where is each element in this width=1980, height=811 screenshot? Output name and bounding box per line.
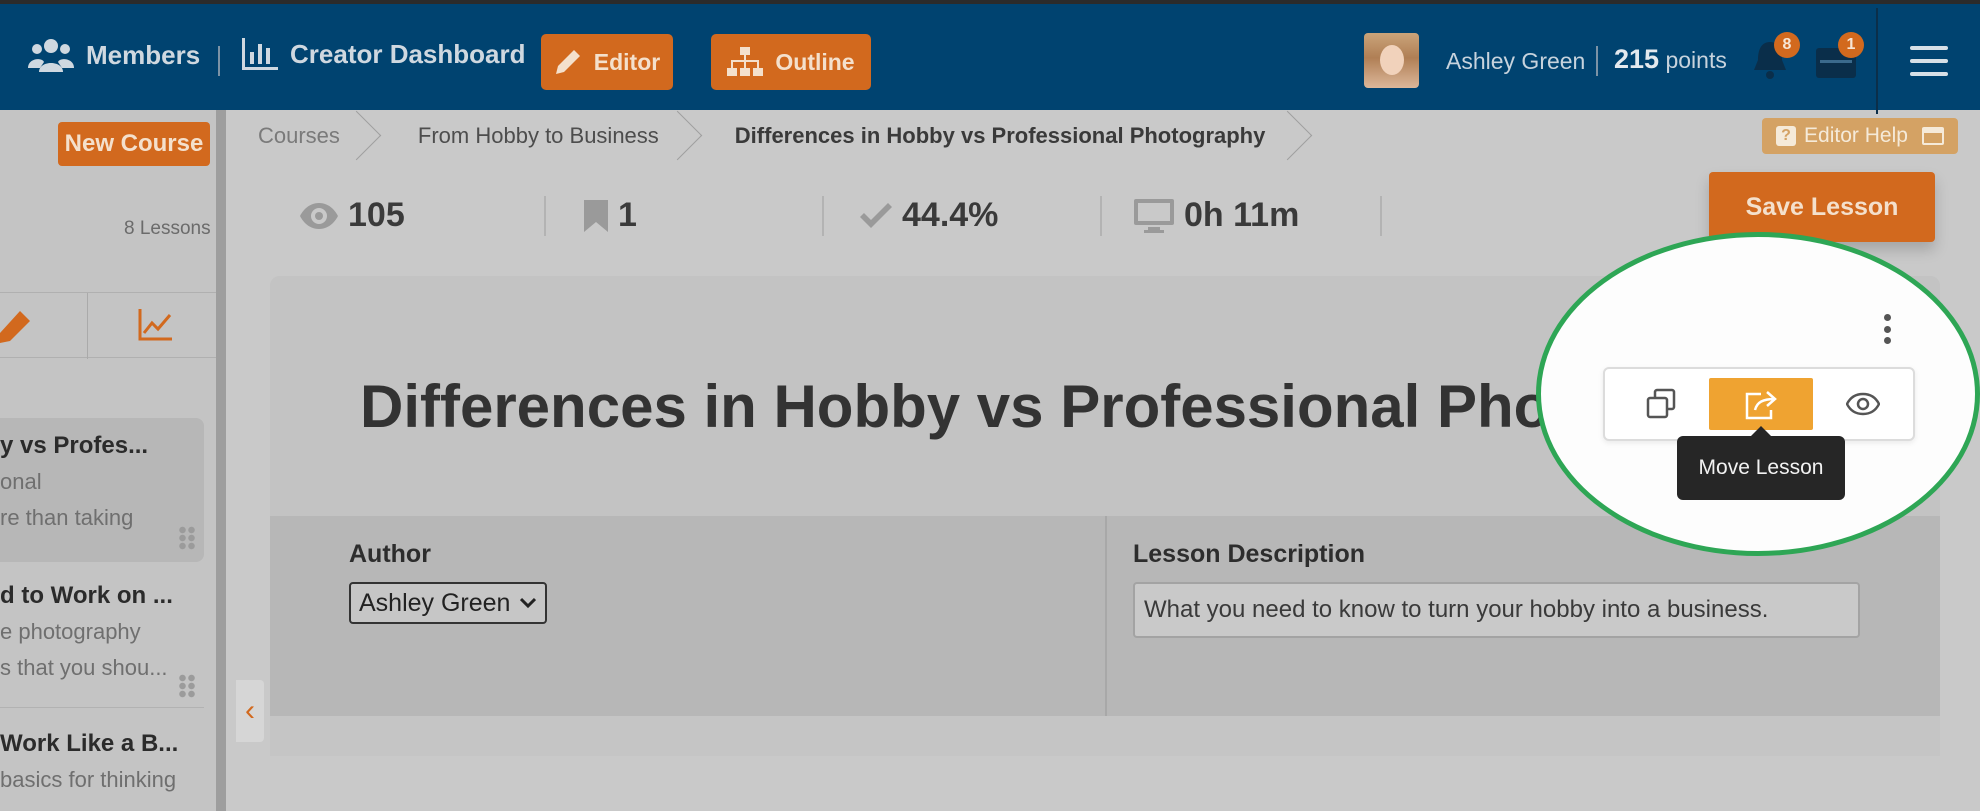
- user-divider: [1596, 46, 1598, 76]
- notifications-button[interactable]: 8: [1752, 32, 1800, 85]
- stat-divider: [544, 196, 546, 236]
- main-menu-button[interactable]: [1876, 8, 1980, 114]
- lesson-list-item[interactable]: d to Work on ... e photography s that yo…: [0, 568, 204, 708]
- breadcrumb: Courses From Hobby to Business Differenc…: [236, 110, 1309, 162]
- pencil-icon: [555, 50, 580, 74]
- column-divider: [1105, 516, 1107, 716]
- bar-chart-icon: [242, 38, 278, 70]
- duplicate-lesson-button[interactable]: [1609, 378, 1713, 430]
- bookmarks-stat: 1: [584, 196, 637, 235]
- lesson-item-description: s that you shou...: [0, 655, 168, 680]
- breadcrumb-courses[interactable]: Courses: [236, 110, 378, 162]
- lessons-count: 8 Lessons: [124, 218, 211, 239]
- lesson-description-label: Lesson Description: [1133, 540, 1365, 568]
- author-label: Author: [349, 540, 431, 568]
- editor-help-button[interactable]: ? Editor Help: [1762, 118, 1958, 154]
- user-points: 215 points: [1614, 44, 1727, 75]
- members-label: Members: [86, 39, 201, 70]
- inbox-badge: 1: [1838, 32, 1864, 58]
- views-stat: 105: [300, 196, 405, 235]
- toolbar-divider: [87, 293, 88, 359]
- hamburger-icon: [1910, 46, 1948, 76]
- bookmark-icon: [584, 199, 608, 232]
- sidebar-toolbar: [0, 292, 216, 359]
- nav-divider: [218, 46, 220, 76]
- lesson-content-area: [270, 716, 1940, 756]
- lesson-item-description: re than taking: [0, 505, 134, 530]
- lesson-list-item[interactable]: Work Like a B... basics for thinking: [0, 716, 204, 811]
- drag-handle-icon[interactable]: [178, 526, 196, 550]
- members-link[interactable]: Members: [28, 38, 200, 72]
- lesson-item-title: y vs Profes...: [0, 432, 149, 459]
- lesson-item-description: e photography: [0, 619, 141, 644]
- copy-icon: [1646, 388, 1676, 419]
- new-course-button[interactable]: New Course: [58, 122, 210, 166]
- bookmarks-value: 1: [618, 196, 637, 234]
- monitor-icon: [1134, 198, 1174, 233]
- breadcrumb-course[interactable]: From Hobby to Business: [378, 110, 699, 162]
- pencil-icon: [0, 311, 30, 343]
- move-lesson-tooltip: Move Lesson: [1677, 426, 1845, 500]
- top-navigation-bar: Members Creator Dashboard Editor Outline…: [0, 0, 1980, 114]
- creator-dashboard-link[interactable]: Creator Dashboard: [242, 38, 526, 70]
- editor-help-label: Editor Help: [1804, 124, 1908, 147]
- stat-divider: [1380, 196, 1382, 236]
- more-options-icon[interactable]: [1882, 314, 1892, 344]
- notifications-badge: 8: [1774, 32, 1800, 58]
- duration-stat: 0h 11m: [1134, 196, 1299, 235]
- stat-divider: [1100, 196, 1102, 236]
- editor-label: Editor: [593, 48, 661, 75]
- stat-divider: [822, 196, 824, 236]
- lesson-item-description: basics for thinking: [0, 767, 177, 792]
- lesson-item-description: onal: [0, 469, 42, 494]
- completion-value: 44.4%: [902, 196, 999, 234]
- lesson-title[interactable]: Differences in Hobby vs Professional Pho…: [360, 372, 1700, 441]
- points-label: points: [1665, 47, 1727, 73]
- points-value: 215: [1614, 44, 1660, 74]
- creator-dashboard-label: Creator Dashboard: [290, 38, 526, 69]
- chevron-left-icon: ‹: [245, 694, 255, 727]
- eye-icon: [300, 202, 338, 229]
- collapse-sidebar-button[interactable]: ‹: [236, 680, 264, 742]
- lesson-item-title: d to Work on ...: [0, 582, 173, 609]
- inbox-button[interactable]: 1: [1816, 32, 1864, 85]
- chevron-down-icon: [520, 597, 537, 609]
- user-name[interactable]: Ashley Green: [1446, 48, 1585, 75]
- checkmark-icon: [860, 202, 892, 228]
- editor-button[interactable]: Editor: [541, 34, 673, 90]
- course-analytics-button[interactable]: [138, 309, 174, 346]
- move-lesson-button[interactable]: [1709, 378, 1813, 430]
- members-icon: [28, 39, 74, 72]
- drag-handle-icon[interactable]: [178, 674, 196, 698]
- breadcrumb-current-lesson: Differences in Hobby vs Professional Pho…: [699, 110, 1310, 162]
- outline-button[interactable]: Outline: [711, 34, 871, 90]
- preview-lesson-button[interactable]: [1811, 378, 1915, 430]
- completion-stat: 44.4%: [860, 196, 998, 235]
- outline-label: Outline: [775, 48, 855, 75]
- user-avatar[interactable]: [1364, 33, 1419, 88]
- line-chart-icon: [138, 309, 172, 341]
- lesson-list-item[interactable]: y vs Profes... onal re than taking: [0, 418, 204, 562]
- lesson-description-input[interactable]: What you need to know to turn your hobby…: [1133, 582, 1860, 638]
- author-select[interactable]: Ashley Green: [349, 582, 547, 624]
- eye-icon: [1846, 392, 1880, 416]
- edit-course-button[interactable]: [0, 309, 34, 348]
- share-export-icon: [1745, 391, 1777, 420]
- lesson-item-title: Work Like a B...: [0, 730, 179, 757]
- author-select-value: Ashley Green: [359, 588, 511, 617]
- course-sidebar: New Course 8 Lessons y vs Profes... onal…: [0, 110, 226, 811]
- window-icon: [1921, 127, 1944, 145]
- duration-value: 0h 11m: [1184, 196, 1300, 234]
- views-value: 105: [348, 196, 405, 234]
- question-icon: ?: [1776, 126, 1797, 146]
- sitemap-icon: [727, 47, 764, 76]
